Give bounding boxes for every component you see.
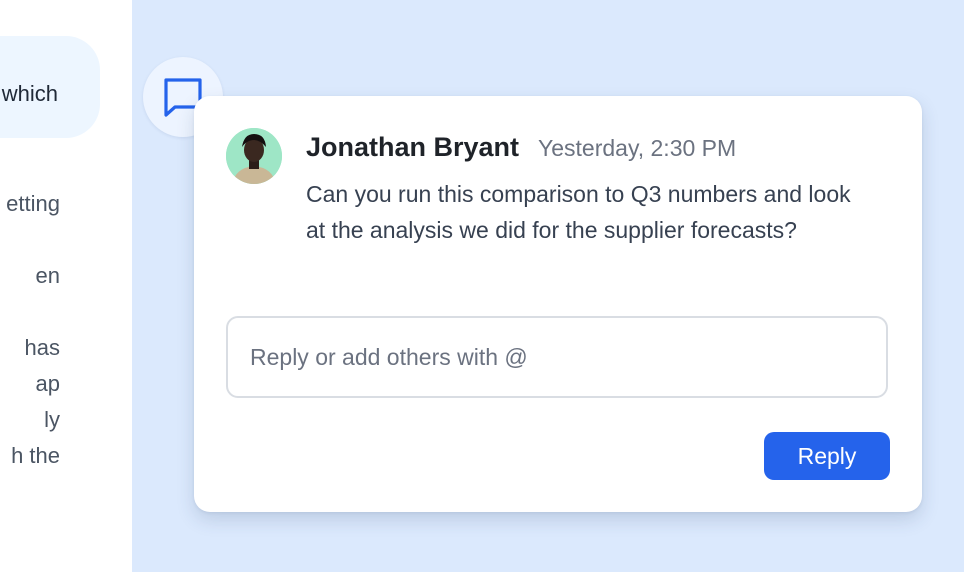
avatar — [226, 128, 282, 184]
document-text-panel: which etting en has ap ly h the — [0, 0, 132, 572]
document-text-line: en — [35, 263, 60, 288]
comment-author: Jonathan Bryant — [306, 132, 520, 162]
comment-message: Can you run this comparison to Q3 number… — [306, 181, 851, 243]
comment-timestamp: Yesterday, 2:30 PM — [538, 135, 737, 161]
document-text-line: ly — [44, 407, 60, 432]
comment-card: Jonathan Bryant Yesterday, 2:30 PM Can y… — [194, 96, 922, 512]
reply-input[interactable] — [226, 316, 888, 398]
highlighted-text-fragment: which — [1, 81, 58, 106]
document-text-line: h the — [11, 443, 60, 468]
document-text-line: has — [24, 335, 60, 360]
reply-button[interactable]: Reply — [764, 432, 890, 480]
document-text-line: ap — [35, 371, 60, 396]
document-text-line: etting — [6, 191, 60, 216]
